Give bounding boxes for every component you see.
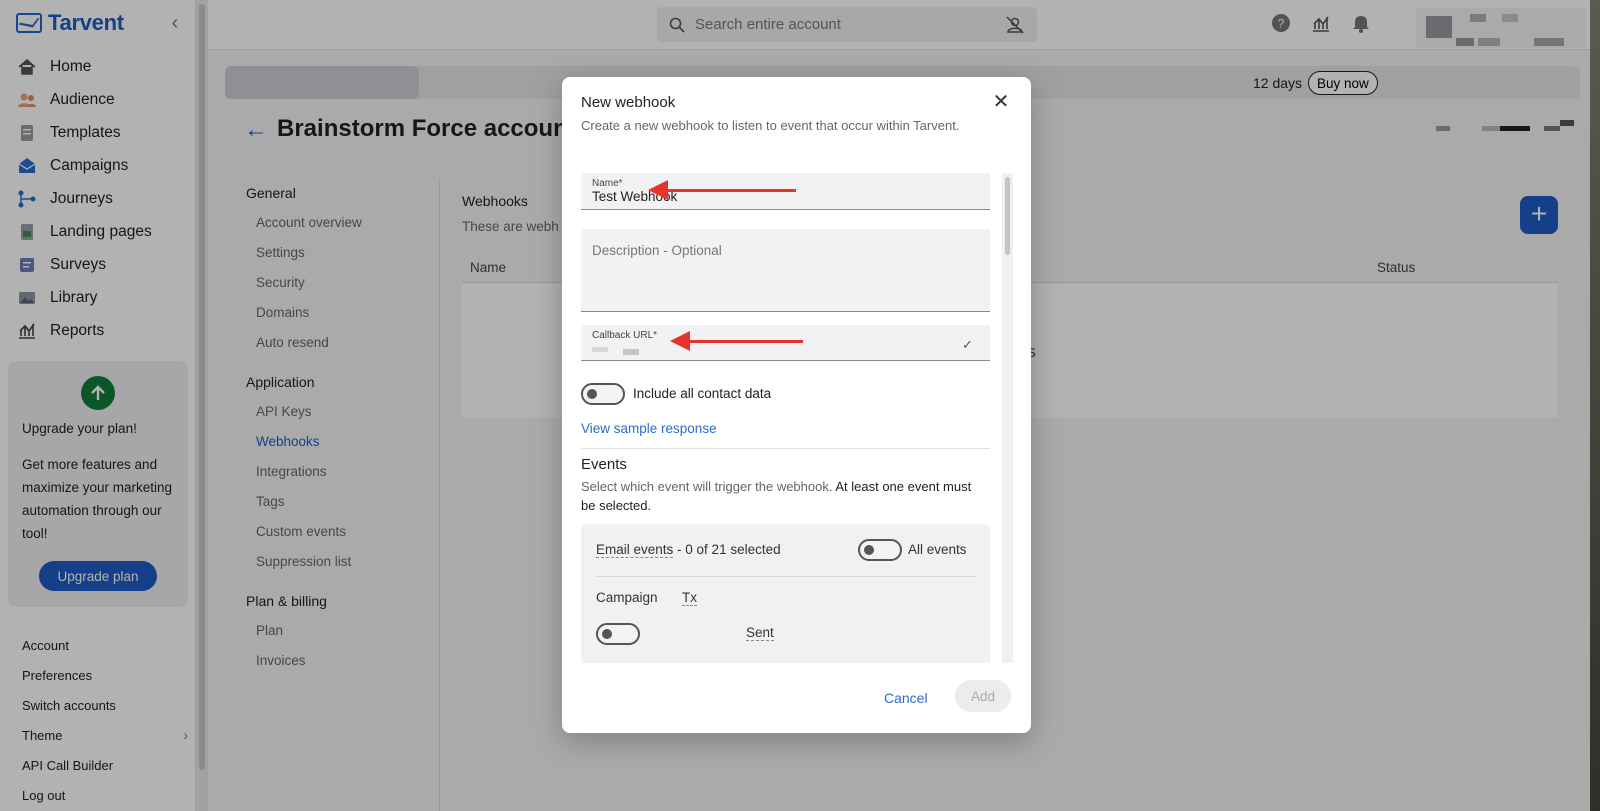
scrollbar-thumb[interactable] — [1005, 177, 1010, 255]
new-webhook-dialog: New webhook ✕ Create a new webhook to li… — [562, 77, 1031, 733]
all-events-label: All events — [908, 542, 967, 557]
include-contact-toggle[interactable] — [581, 383, 625, 405]
dialog-title: New webhook — [581, 94, 676, 111]
add-button[interactable]: Add — [955, 680, 1011, 712]
view-sample-response-link[interactable]: View sample response — [581, 421, 717, 436]
callback-url-redacted — [592, 347, 608, 352]
callback-url-redacted — [623, 349, 639, 355]
section-divider — [581, 448, 990, 449]
description-field[interactable]: Description - Optional — [581, 229, 990, 312]
callback-url-field[interactable]: Callback URL* ✓ — [581, 325, 990, 361]
email-events-count: - 0 of 21 selected — [673, 542, 781, 557]
dialog-body: Name* Description - Optional Callback UR… — [581, 173, 1001, 663]
dialog-scrollbar[interactable] — [1002, 173, 1013, 663]
close-icon[interactable]: ✕ — [990, 91, 1012, 113]
dialog-footer: Cancel Add — [562, 663, 1031, 733]
events-description: Select which event will trigger the webh… — [581, 478, 981, 515]
email-events-label-text: Email events — [596, 542, 674, 558]
events-title: Events — [581, 456, 627, 473]
card-divider — [596, 576, 976, 577]
sent-campaign-toggle[interactable] — [596, 623, 640, 645]
callback-url-label: Callback URL* — [592, 330, 658, 341]
annotation-arrow-name — [648, 180, 796, 200]
check-icon: ✓ — [962, 337, 973, 352]
name-field-label: Name* — [592, 178, 623, 189]
email-events-label[interactable]: Email events - 0 of 21 selected — [596, 542, 781, 558]
tx-column-label: Tx — [682, 590, 697, 606]
email-events-card: Email events - 0 of 21 selected All even… — [581, 524, 990, 663]
window-edge — [1590, 0, 1600, 811]
sent-event-label: Sent — [746, 625, 774, 641]
cancel-button[interactable]: Cancel — [880, 683, 932, 713]
description-placeholder: Description - Optional — [592, 243, 722, 258]
dialog-subtitle: Create a new webhook to listen to event … — [581, 118, 960, 133]
events-desc-text: Select which event will trigger the webh… — [581, 479, 836, 494]
campaign-column-label: Campaign — [596, 590, 658, 605]
all-events-toggle[interactable] — [858, 539, 902, 561]
annotation-arrow-callback — [670, 331, 803, 351]
include-contact-label: Include all contact data — [633, 386, 772, 401]
